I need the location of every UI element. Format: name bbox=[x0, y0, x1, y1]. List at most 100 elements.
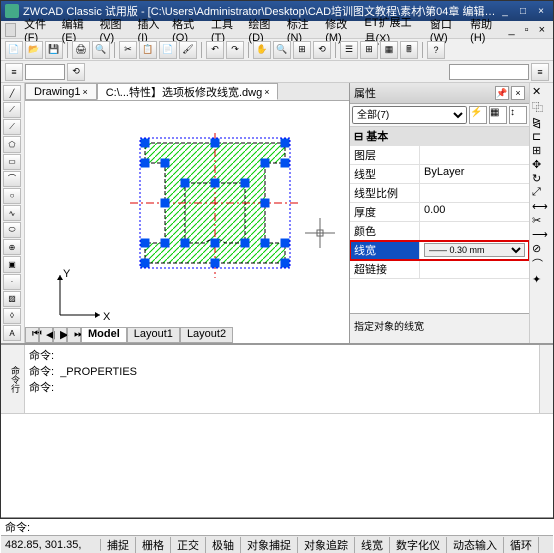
rect-tool[interactable]: ▭ bbox=[3, 154, 21, 170]
grip[interactable] bbox=[181, 179, 190, 188]
move-tool[interactable]: ✥ bbox=[532, 158, 551, 171]
command-input[interactable] bbox=[30, 521, 549, 532]
extend-tool[interactable]: ⟶ bbox=[532, 228, 551, 241]
lineweight-combo[interactable]: —— 0.30 mm bbox=[424, 243, 525, 257]
design-center-button[interactable]: ⊞ bbox=[360, 41, 378, 59]
menu-dim[interactable]: 标注(N) bbox=[283, 16, 319, 44]
lweight-toggle[interactable]: 线宽 bbox=[355, 537, 390, 553]
first-layout-button[interactable]: ⏮ bbox=[25, 327, 39, 343]
hatch-tool[interactable]: ▨ bbox=[3, 291, 21, 307]
prop-ltscale[interactable]: 线型比例 bbox=[350, 184, 529, 203]
selection-combo[interactable]: 全部(7) bbox=[352, 106, 467, 124]
next-layout-button[interactable]: ▶ bbox=[53, 327, 67, 343]
fillet-tool[interactable]: ⌒ bbox=[532, 256, 551, 272]
redo-button[interactable]: ↷ bbox=[226, 41, 244, 59]
pick-button[interactable]: ▦ bbox=[489, 106, 507, 124]
menu-help[interactable]: 帮助(H) bbox=[466, 16, 502, 44]
grip[interactable] bbox=[161, 159, 170, 168]
grip[interactable] bbox=[141, 139, 150, 148]
new-button[interactable]: 📄 bbox=[5, 41, 23, 59]
layer-combo[interactable] bbox=[25, 64, 65, 80]
close-icon[interactable]: × bbox=[82, 87, 87, 97]
grip[interactable] bbox=[161, 239, 170, 248]
grip[interactable] bbox=[281, 159, 290, 168]
insert-tool[interactable]: ⊕ bbox=[3, 239, 21, 255]
copy-button[interactable]: 📋 bbox=[139, 41, 157, 59]
menu-draw[interactable]: 绘图(D) bbox=[244, 16, 280, 44]
scrollbar[interactable] bbox=[539, 345, 553, 413]
menu-edit[interactable]: 编辑(E) bbox=[58, 16, 94, 44]
doc-restore-button[interactable]: ▫ bbox=[521, 24, 533, 36]
preview-button[interactable]: 🔍 bbox=[92, 41, 110, 59]
grip[interactable] bbox=[211, 259, 220, 268]
prop-hyperlink[interactable]: 超链接 bbox=[350, 260, 529, 279]
text-tool[interactable]: A bbox=[3, 325, 21, 341]
cycle-toggle[interactable]: 循环 bbox=[504, 537, 539, 553]
match-button[interactable]: 🖌 bbox=[179, 41, 197, 59]
zoom-window-button[interactable]: ⊞ bbox=[293, 41, 311, 59]
menu-view[interactable]: 视图(V) bbox=[96, 16, 132, 44]
quick-select-button[interactable]: ⚡ bbox=[469, 106, 487, 124]
layout-model[interactable]: Model bbox=[81, 327, 127, 343]
menu-tools[interactable]: 工具(T) bbox=[207, 16, 242, 44]
point-tool[interactable]: · bbox=[3, 274, 21, 290]
ellipse-tool[interactable]: ⬭ bbox=[3, 222, 21, 238]
grip[interactable] bbox=[241, 179, 250, 188]
grip[interactable] bbox=[281, 259, 290, 268]
paste-button[interactable]: 📄 bbox=[159, 41, 177, 59]
array-tool[interactable]: ⊞ bbox=[532, 144, 551, 157]
mirror-tool[interactable]: ⧎ bbox=[532, 116, 551, 129]
zoom-prev-button[interactable]: ⟲ bbox=[313, 41, 331, 59]
rotate-tool[interactable]: ↻ bbox=[532, 172, 551, 185]
xline-tool[interactable]: ⟋ bbox=[3, 102, 21, 118]
menu-insert[interactable]: 插入(I) bbox=[133, 16, 166, 44]
tab-current[interactable]: C:\...特性】选项板修改线宽.dwg× bbox=[97, 83, 279, 100]
block-tool[interactable]: ▣ bbox=[3, 256, 21, 272]
close-icon[interactable]: × bbox=[264, 87, 269, 97]
group-basic[interactable]: ⊟ 基本 bbox=[350, 127, 529, 146]
command-history[interactable]: 命令: 命令: _PROPERTIES 命令: bbox=[25, 345, 539, 413]
pin-button[interactable]: 📌 bbox=[495, 86, 509, 100]
prop-linetype[interactable]: 线型ByLayer bbox=[350, 165, 529, 184]
layout-2[interactable]: Layout2 bbox=[180, 327, 233, 343]
save-button[interactable]: 💾 bbox=[45, 41, 63, 59]
spline-tool[interactable]: ∿ bbox=[3, 205, 21, 221]
close-button[interactable]: × bbox=[533, 4, 549, 18]
grip[interactable] bbox=[241, 239, 250, 248]
open-button[interactable]: 📂 bbox=[25, 41, 43, 59]
grip[interactable] bbox=[141, 239, 150, 248]
grip[interactable] bbox=[261, 239, 270, 248]
polar-toggle[interactable]: 极轴 bbox=[206, 537, 241, 553]
grip[interactable] bbox=[141, 159, 150, 168]
menu-format[interactable]: 格式(O) bbox=[168, 16, 205, 44]
layer-props-button[interactable]: ≡ bbox=[5, 63, 23, 81]
region-tool[interactable]: ◊ bbox=[3, 308, 21, 324]
menu-file[interactable]: 文件(F) bbox=[20, 16, 55, 44]
grip[interactable] bbox=[261, 199, 270, 208]
scale-tool[interactable]: ⤢ bbox=[532, 186, 551, 199]
pan-button[interactable]: ✋ bbox=[253, 41, 271, 59]
snap-toggle[interactable]: 捕捉 bbox=[101, 537, 136, 553]
calc-button[interactable]: 🖩 bbox=[400, 41, 418, 59]
command-handle[interactable]: 命令行 bbox=[1, 345, 25, 413]
last-layout-button[interactable]: ⏭ bbox=[67, 327, 81, 343]
grip[interactable] bbox=[211, 139, 220, 148]
layer-prev-button[interactable]: ⟲ bbox=[67, 63, 85, 81]
prev-layout-button[interactable]: ◀ bbox=[39, 327, 53, 343]
pline-tool[interactable]: ⟋ bbox=[3, 119, 21, 135]
tool-palettes-button[interactable]: ▦ bbox=[380, 41, 398, 59]
grip[interactable] bbox=[181, 239, 190, 248]
grip[interactable] bbox=[281, 239, 290, 248]
prop-layer[interactable]: 图层 bbox=[350, 146, 529, 165]
otrack-toggle[interactable]: 对象追踪 bbox=[298, 537, 355, 553]
doc-minimize-button[interactable]: _ bbox=[505, 24, 519, 36]
color-combo[interactable] bbox=[449, 64, 529, 80]
grip[interactable] bbox=[281, 139, 290, 148]
toggle-button[interactable]: ↕ bbox=[509, 106, 527, 124]
copy-tool[interactable]: ⿻ bbox=[532, 99, 551, 115]
linetype-button[interactable]: ≡ bbox=[531, 63, 549, 81]
arc-tool[interactable]: ⌒ bbox=[3, 171, 21, 187]
menu-modify[interactable]: 修改(M) bbox=[321, 16, 358, 44]
doc-close-button[interactable]: × bbox=[535, 24, 549, 36]
print-button[interactable]: 🖨 bbox=[72, 41, 90, 59]
